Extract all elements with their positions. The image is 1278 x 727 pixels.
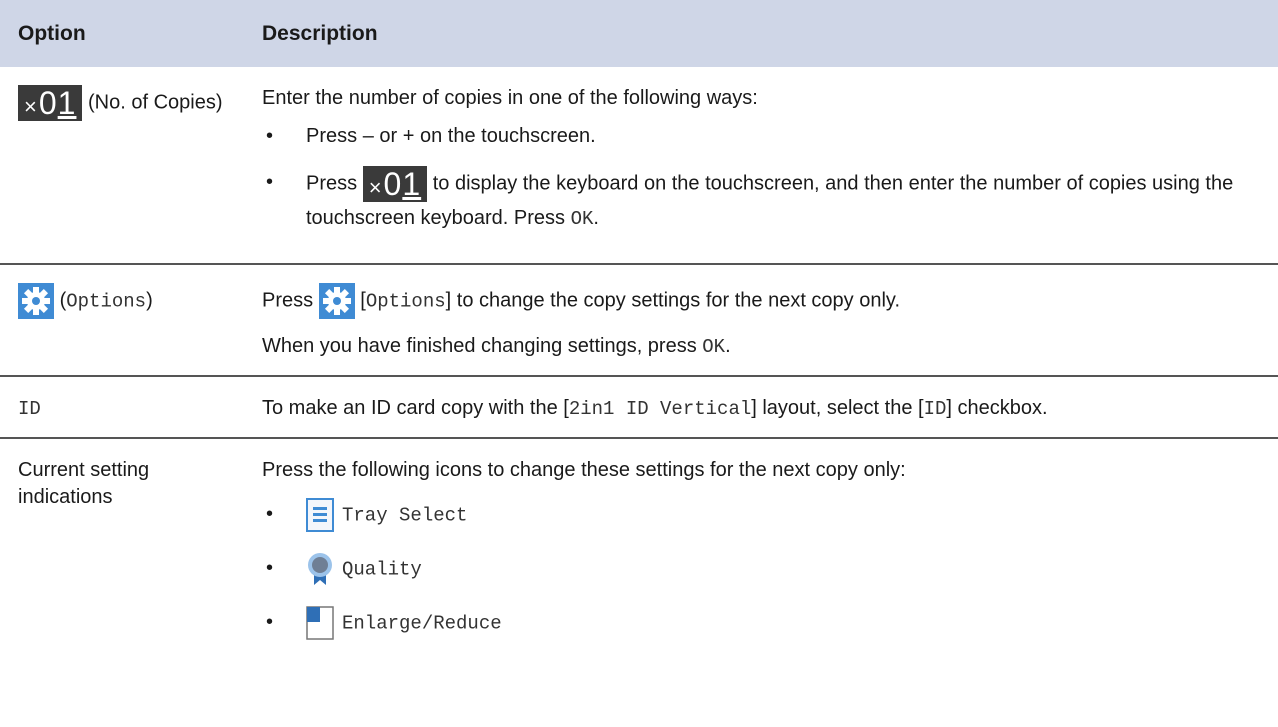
enlarge-reduce-label: Enlarge/Reduce bbox=[342, 612, 502, 635]
gear-icon bbox=[318, 283, 355, 319]
description-cell-id: To make an ID card copy with the [2in1 I… bbox=[248, 376, 1278, 439]
table-row: Current setting indications Press the fo… bbox=[0, 438, 1278, 668]
list-item: • Press ×01 to display the keyboard on t… bbox=[266, 166, 1234, 230]
settings-icon-list: • Tray Select • Quality • Enlarge/Reduce bbox=[262, 498, 1258, 640]
id-key: ID bbox=[923, 398, 947, 420]
id-description: To make an ID card copy with the [2in1 I… bbox=[262, 397, 1048, 420]
description-cell-copies: Enter the number of copies in one of the… bbox=[248, 67, 1278, 265]
option-cell-copies: ×01 (No. of Copies) bbox=[0, 67, 248, 265]
tray-select-label: Tray Select bbox=[342, 504, 468, 527]
header-description: Description bbox=[248, 0, 1278, 67]
quality-label: Quality bbox=[342, 558, 422, 581]
header-option: Option bbox=[0, 0, 248, 67]
copies-methods-list: • Press – or + on the touchscreen. • Pre… bbox=[262, 120, 1258, 235]
description-cell-current-settings: Press the following icons to change thes… bbox=[248, 438, 1278, 668]
quality-ribbon-icon bbox=[306, 552, 334, 586]
ok-key: OK bbox=[702, 336, 726, 358]
options-line-1: Press [Options] to change the copy setti… bbox=[262, 283, 1258, 319]
options-key: Options bbox=[365, 290, 446, 313]
plus-key: + bbox=[402, 125, 415, 147]
option-label-current-settings: Current setting indications bbox=[18, 459, 150, 508]
options-line-2: When you have finished changing settings… bbox=[262, 335, 731, 358]
option-cell-id: ID bbox=[0, 376, 248, 439]
table-row: ID To make an ID card copy with the [2in… bbox=[0, 376, 1278, 439]
option-cell-options: (Options) bbox=[0, 264, 248, 377]
gear-icon bbox=[18, 283, 54, 319]
enlarge-reduce-icon bbox=[306, 606, 334, 640]
list-item: • Enlarge/Reduce bbox=[262, 606, 1258, 640]
table-header-row: Option Description bbox=[0, 0, 1278, 67]
option-cell-current-settings: Current setting indications bbox=[0, 438, 248, 668]
layout-key: 2in1 ID Vertical bbox=[568, 398, 752, 420]
list-item: • Press – or + on the touchscreen. bbox=[266, 125, 596, 147]
copies-counter-icon: ×01 bbox=[18, 85, 83, 121]
option-label-copies: (No. of Copies) bbox=[88, 91, 223, 114]
ok-key: OK bbox=[570, 208, 594, 230]
minus-key: – bbox=[362, 125, 374, 147]
description-cell-options: Press [Options] to change the copy setti… bbox=[248, 264, 1278, 377]
table-row: ×01 (No. of Copies) Enter the number of … bbox=[0, 67, 1278, 265]
table-row: (Options) Press [Options] to change the … bbox=[0, 264, 1278, 377]
option-label-id: ID bbox=[18, 398, 41, 420]
copies-intro: Enter the number of copies in one of the… bbox=[262, 87, 758, 109]
option-label-options: Options bbox=[66, 290, 147, 313]
list-item: • Tray Select bbox=[262, 498, 1258, 532]
copies-counter-icon: ×01 bbox=[362, 166, 428, 202]
options-table: Option Description ×01 (No. of Copies) E… bbox=[0, 0, 1278, 668]
current-settings-intro: Press the following icons to change thes… bbox=[262, 459, 906, 481]
tray-select-icon bbox=[306, 498, 334, 532]
list-item: • Quality bbox=[262, 552, 1258, 586]
